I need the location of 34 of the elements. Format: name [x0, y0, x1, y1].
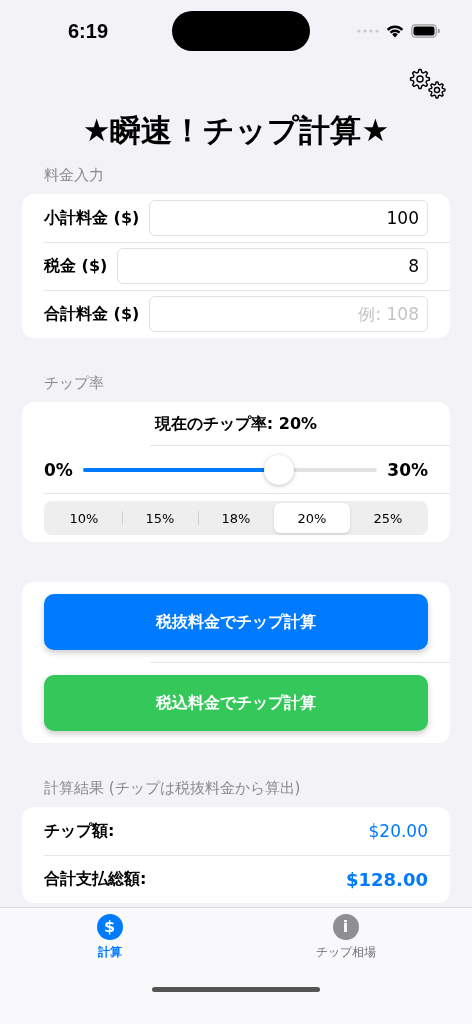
slider-max-label: 30%	[387, 459, 428, 480]
input-field[interactable]: 100	[149, 200, 428, 236]
field-label: 税金 ($)	[44, 255, 108, 277]
input-field[interactable]: 例: 108	[149, 296, 428, 332]
result-label: 合計支払総額:	[44, 868, 147, 890]
tab-item[interactable]: $ 計算	[92, 914, 127, 961]
slider-min-label: 0%	[44, 459, 73, 480]
result-label: チップ額:	[44, 820, 115, 842]
info-icon: i	[332, 914, 359, 940]
segment-option[interactable]: 20%	[274, 503, 350, 533]
wifi-icon	[385, 24, 405, 38]
segment-option[interactable]: 15%	[122, 503, 198, 533]
app-title: ★瞬速！チップ計算★	[81, 111, 391, 150]
segment-option[interactable]: 18%	[198, 503, 274, 533]
field-label: 合計料金 ($)	[44, 303, 140, 325]
result-value: $128.00	[346, 868, 428, 890]
signal-icon	[357, 29, 379, 33]
current-rate: 現在のチップ率: 20%	[150, 402, 450, 446]
settings-icon[interactable]	[408, 68, 448, 100]
segment-option[interactable]: 10%	[46, 503, 122, 533]
status-time: 6:19	[68, 19, 109, 43]
slider-thumb[interactable]	[264, 454, 295, 485]
battery-icon	[411, 24, 440, 38]
section-header: 料金入力	[43, 166, 105, 185]
tab-item[interactable]: i チップ相場	[311, 914, 380, 961]
field-label: 小計料金 ($)	[44, 207, 140, 229]
segment-option[interactable]: 25%	[350, 503, 426, 533]
dollar-icon: $	[96, 914, 123, 940]
calculate-button[interactable]: 税抜料金でチップ計算	[44, 594, 428, 650]
section-header: 計算結果 (チップは税抜料金から算出)	[43, 779, 302, 798]
section-header: チップ率	[43, 374, 105, 393]
input-field[interactable]: 8	[117, 248, 428, 284]
slider-track[interactable]	[82, 454, 378, 485]
result-value: $20.00	[368, 821, 428, 841]
